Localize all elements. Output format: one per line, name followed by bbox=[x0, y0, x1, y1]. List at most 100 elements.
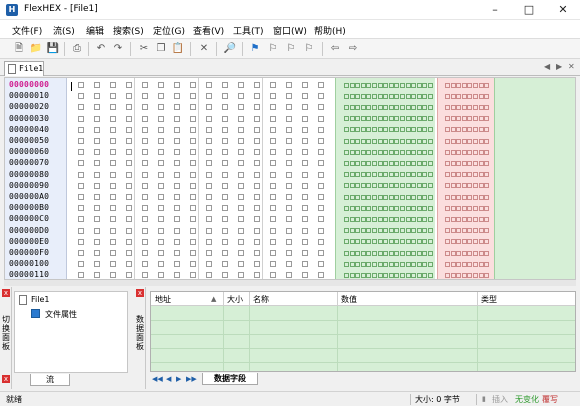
hex-byte-cell[interactable] bbox=[190, 115, 196, 122]
unicode-char-cell[interactable] bbox=[478, 216, 484, 222]
text-char-cell[interactable] bbox=[405, 261, 411, 267]
hex-byte-cell[interactable] bbox=[254, 250, 260, 256]
unicode-char-cell[interactable] bbox=[484, 116, 490, 122]
unicode-char-cell[interactable] bbox=[445, 138, 450, 144]
hex-byte-cell[interactable] bbox=[318, 138, 324, 144]
hex-byte-cell[interactable] bbox=[174, 115, 180, 122]
text-char-cell[interactable] bbox=[377, 250, 383, 256]
text-char-cell[interactable] bbox=[377, 116, 383, 122]
text-char-cell[interactable] bbox=[372, 116, 377, 122]
tab-close-icon[interactable]: ✕ bbox=[568, 62, 575, 71]
hex-byte-cell[interactable] bbox=[254, 182, 260, 189]
text-char-cell[interactable] bbox=[411, 183, 417, 189]
hex-byte-cell[interactable] bbox=[158, 115, 164, 122]
text-char-cell[interactable] bbox=[355, 93, 361, 99]
menu-file[interactable]: 文件(F) bbox=[12, 24, 42, 37]
unicode-char-cell[interactable] bbox=[484, 82, 490, 88]
unicode-char-cell[interactable] bbox=[461, 149, 467, 155]
unicode-char-cell[interactable] bbox=[456, 104, 462, 110]
hex-byte-cell[interactable] bbox=[302, 250, 308, 256]
unicode-char-cell[interactable] bbox=[478, 194, 484, 200]
text-char-cell[interactable] bbox=[360, 183, 366, 189]
text-char-cell[interactable] bbox=[366, 172, 372, 178]
hex-byte-cell[interactable] bbox=[286, 115, 292, 122]
text-char-cell[interactable] bbox=[366, 261, 372, 267]
text-char-cell[interactable] bbox=[388, 160, 394, 166]
text-char-cell[interactable] bbox=[377, 183, 383, 189]
unicode-char-cell[interactable] bbox=[461, 272, 467, 278]
text-char-cell[interactable] bbox=[422, 82, 428, 88]
hex-byte-cell[interactable] bbox=[222, 227, 228, 234]
text-char-cell[interactable] bbox=[372, 138, 377, 144]
unicode-char-cell[interactable] bbox=[478, 82, 484, 88]
text-char-cell[interactable] bbox=[383, 172, 389, 178]
hex-byte-cell[interactable] bbox=[126, 104, 132, 111]
hex-byte-cell[interactable] bbox=[78, 104, 84, 111]
unicode-char-cell[interactable] bbox=[450, 250, 456, 256]
text-char-cell[interactable] bbox=[422, 172, 428, 178]
hex-byte-cell[interactable] bbox=[254, 82, 260, 88]
hex-byte-cell[interactable] bbox=[222, 93, 228, 100]
text-char-cell[interactable] bbox=[383, 250, 389, 256]
text-char-cell[interactable] bbox=[428, 138, 433, 144]
hex-byte-cell[interactable] bbox=[126, 272, 132, 279]
menu-edit[interactable]: 编辑 bbox=[86, 24, 104, 37]
text-char-cell[interactable] bbox=[360, 250, 366, 256]
hex-byte-cell[interactable] bbox=[142, 93, 148, 100]
text-char-cell[interactable] bbox=[411, 149, 417, 155]
hex-byte-cell[interactable] bbox=[94, 227, 100, 234]
text-char-cell[interactable] bbox=[377, 93, 383, 99]
text-char-cell[interactable] bbox=[344, 160, 349, 166]
text-char-cell[interactable] bbox=[394, 172, 400, 178]
hex-byte-cell[interactable] bbox=[286, 216, 292, 223]
text-char-cell[interactable] bbox=[400, 183, 405, 189]
unicode-char-cell[interactable] bbox=[473, 205, 478, 211]
unicode-char-cell[interactable] bbox=[456, 172, 462, 178]
hex-byte-cell[interactable] bbox=[142, 261, 148, 268]
hex-byte-cell[interactable] bbox=[94, 182, 100, 189]
hex-byte-cell[interactable] bbox=[190, 138, 196, 144]
text-char-cell[interactable] bbox=[411, 172, 417, 178]
column-name[interactable]: 名称 bbox=[253, 294, 269, 305]
menu-goto[interactable]: 定位(G) bbox=[153, 24, 185, 37]
text-char-cell[interactable] bbox=[355, 116, 361, 122]
text-char-cell[interactable] bbox=[428, 172, 433, 178]
unicode-char-cell[interactable] bbox=[445, 250, 450, 256]
hex-byte-cell[interactable] bbox=[238, 227, 244, 234]
column-address[interactable]: 地址 bbox=[155, 294, 171, 305]
hex-byte-cell[interactable] bbox=[254, 138, 260, 144]
hex-byte-cell[interactable] bbox=[126, 194, 132, 200]
unicode-char-cell[interactable] bbox=[461, 239, 467, 245]
hex-byte-cell[interactable] bbox=[238, 182, 244, 189]
unicode-char-cell[interactable] bbox=[456, 183, 462, 189]
horizontal-scrollbar[interactable] bbox=[4, 280, 576, 286]
close-panel-icon[interactable]: x bbox=[136, 289, 144, 297]
hex-byte-cell[interactable] bbox=[94, 194, 100, 200]
text-char-cell[interactable] bbox=[405, 138, 411, 144]
text-char-cell[interactable] bbox=[411, 93, 417, 99]
hex-byte-cell[interactable] bbox=[270, 238, 276, 245]
text-char-cell[interactable] bbox=[355, 261, 361, 267]
menu-stream[interactable]: 流(S) bbox=[53, 24, 75, 37]
text-char-cell[interactable] bbox=[388, 172, 394, 178]
text-char-cell[interactable] bbox=[400, 104, 405, 110]
text-char-cell[interactable] bbox=[400, 261, 405, 267]
unicode-char-cell[interactable] bbox=[450, 205, 456, 211]
minimize-icon[interactable]: – bbox=[478, 0, 512, 20]
text-char-cell[interactable] bbox=[422, 127, 428, 133]
text-char-cell[interactable] bbox=[366, 194, 372, 200]
hex-byte-cell[interactable] bbox=[110, 126, 116, 133]
text-char-cell[interactable] bbox=[366, 228, 372, 234]
text-char-cell[interactable] bbox=[422, 272, 428, 278]
text-char-cell[interactable] bbox=[344, 228, 349, 234]
text-char-cell[interactable] bbox=[349, 228, 355, 234]
hex-byte-cell[interactable] bbox=[126, 93, 132, 100]
hex-byte-cell[interactable] bbox=[318, 250, 324, 256]
find-icon[interactable]: 🔎 bbox=[223, 42, 237, 56]
unicode-char-cell[interactable] bbox=[484, 104, 490, 110]
tab-stream[interactable]: 流 bbox=[30, 374, 70, 386]
hex-byte-cell[interactable] bbox=[126, 149, 132, 156]
hex-byte-cell[interactable] bbox=[78, 194, 84, 200]
unicode-char-cell[interactable] bbox=[445, 116, 450, 122]
unicode-char-cell[interactable] bbox=[461, 82, 467, 88]
